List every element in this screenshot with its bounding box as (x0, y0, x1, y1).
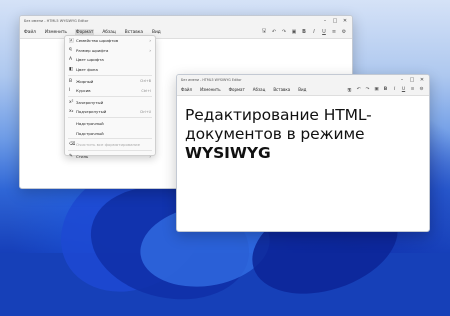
format-menu-item[interactable]: Подстрочный (65, 128, 155, 138)
format-menu-item[interactable]: ✎ Стиль › (65, 152, 155, 162)
format-dropdown-menu: 🄰 Семейство шрифтов › ꟼ Размер шрифта › A Цвет … (64, 35, 156, 159)
menu-item-icon: I (69, 88, 71, 94)
format-menu-item[interactable]: ◧ Цвет фона (65, 65, 155, 75)
menu-item-label: Подчеркнутый (76, 109, 107, 115)
menu-item-icon: 🄰 (69, 38, 74, 44)
title-bar[interactable]: Без имени - HTML5 WYSIWYG Editor – □ ✕ (20, 16, 352, 26)
menu-bar: Файл Изменить Формат Абзац Вставка Вид 🖫… (177, 84, 429, 96)
menu-item-label: Очистить все форматирование (76, 142, 140, 148)
menu-format[interactable]: Формат (228, 86, 246, 93)
menu-item-shortcut: Ctrl+U (139, 109, 151, 114)
menu-item-label: Зачеркнутый (76, 99, 104, 105)
menu-file[interactable]: Файл (23, 29, 37, 36)
settings-icon[interactable]: ⚙ (339, 29, 349, 35)
toolbar: 🖫 ↶ ↷ ▣ B I U ≡ ⚙ (345, 86, 426, 94)
menu-item-label: Цвет шрифта (76, 57, 104, 63)
menu-item-icon: ✎ (69, 153, 73, 159)
menu-item-icon: B (69, 78, 73, 84)
underline-icon[interactable]: U (319, 29, 329, 35)
menu-item-label: Семейство шрифтов (76, 38, 119, 44)
editor-document-area[interactable]: Редактирование HTML-документов в режиме … (177, 96, 429, 173)
menu-item-icon: x² (69, 99, 74, 105)
menu-item-label: Цвет фона (76, 67, 98, 73)
format-menu-item[interactable]: x² Зачеркнутый (65, 98, 155, 108)
bold-icon[interactable]: B (381, 87, 390, 92)
menu-item-label: Подстрочный (76, 130, 104, 136)
editor-window-front[interactable]: Без имени - HTML5 WYSIWYG Editor – □ ✕ Ф… (176, 74, 430, 232)
menu-edit[interactable]: Изменить (44, 29, 68, 36)
format-menu-item[interactable]: ꟼ Размер шрифта › (65, 46, 155, 56)
menu-item-icon: ⌫ (69, 142, 76, 148)
window-title: Без имени - HTML5 WYSIWYG Editor (24, 19, 89, 23)
undo-icon[interactable]: ↶ (354, 87, 363, 92)
settings-icon[interactable]: ⚙ (417, 87, 426, 92)
list-icon[interactable]: ≡ (408, 87, 417, 92)
menu-insert[interactable]: Вставка (272, 86, 291, 93)
menu-item-icon: x₂ (69, 109, 74, 115)
title-bar[interactable]: Без имени - HTML5 WYSIWYG Editor – □ ✕ (177, 75, 429, 84)
redo-icon[interactable]: ↷ (363, 87, 372, 92)
close-icon[interactable]: ✕ (340, 18, 350, 24)
menu-edit[interactable]: Изменить (199, 86, 222, 93)
toolbar: 🖫 ↶ ↷ ▣ B I U ≡ ⚙ (259, 28, 349, 36)
menu-item-icon: ꟼ (69, 47, 72, 53)
save-icon[interactable]: 🖫 (259, 28, 269, 36)
format-menu-item[interactable]: Надстрочный (65, 119, 155, 129)
chevron-right-icon: › (149, 38, 151, 44)
redo-icon[interactable]: ↷ (279, 29, 289, 35)
italic-icon[interactable]: I (390, 87, 399, 92)
save-icon[interactable]: 🖫 (345, 86, 354, 94)
window-title: Без имени - HTML5 WYSIWYG Editor (181, 77, 242, 82)
format-menu-item[interactable]: A Цвет шрифта (65, 55, 155, 65)
maximize-icon[interactable]: □ (407, 77, 417, 83)
menu-item-label: Стиль (76, 153, 89, 159)
minimize-icon[interactable]: – (397, 77, 407, 83)
menu-paragraph[interactable]: Абзац (252, 86, 267, 93)
menu-item-shortcut: Ctrl+I (141, 88, 151, 93)
bold-icon[interactable]: B (299, 29, 309, 35)
menu-item-icon: A (69, 57, 73, 63)
maximize-icon[interactable]: □ (330, 18, 340, 24)
menu-file[interactable]: Файл (180, 86, 193, 93)
chevron-right-icon: › (149, 153, 151, 159)
menu-item-label: Жирный (76, 78, 94, 84)
undo-icon[interactable]: ↶ (269, 29, 279, 35)
menu-item-label: Надстрочный (76, 121, 104, 127)
format-menu-item[interactable]: x₂ Подчеркнутый Ctrl+U (65, 107, 155, 117)
minimize-icon[interactable]: – (320, 18, 330, 24)
image-icon[interactable]: ▣ (289, 29, 299, 35)
chevron-right-icon: › (149, 47, 151, 53)
format-menu-item[interactable]: 🄰 Семейство шрифтов › (65, 36, 155, 46)
italic-icon[interactable]: I (309, 29, 319, 35)
menu-view[interactable]: Вид (297, 86, 307, 93)
menu-item-label: Курсив (76, 88, 91, 94)
menu-item-shortcut: Ctrl+B (140, 79, 151, 84)
format-menu-item[interactable]: B Жирный Ctrl+B (65, 76, 155, 86)
image-icon[interactable]: ▣ (372, 87, 381, 92)
document-text-bold: WYSIWYG (185, 144, 271, 162)
format-menu-item: ⌫ Очистить все форматирование (65, 140, 155, 150)
menu-item-icon: ◧ (69, 67, 74, 73)
underline-icon[interactable]: U (399, 87, 408, 92)
menu-item-label: Размер шрифта (76, 47, 109, 53)
format-menu-item[interactable]: I Курсив Ctrl+I (65, 86, 155, 96)
close-icon[interactable]: ✕ (417, 77, 427, 83)
list-icon[interactable]: ≡ (329, 29, 339, 35)
document-text: Редактирование HTML-документов в режиме (185, 106, 372, 143)
